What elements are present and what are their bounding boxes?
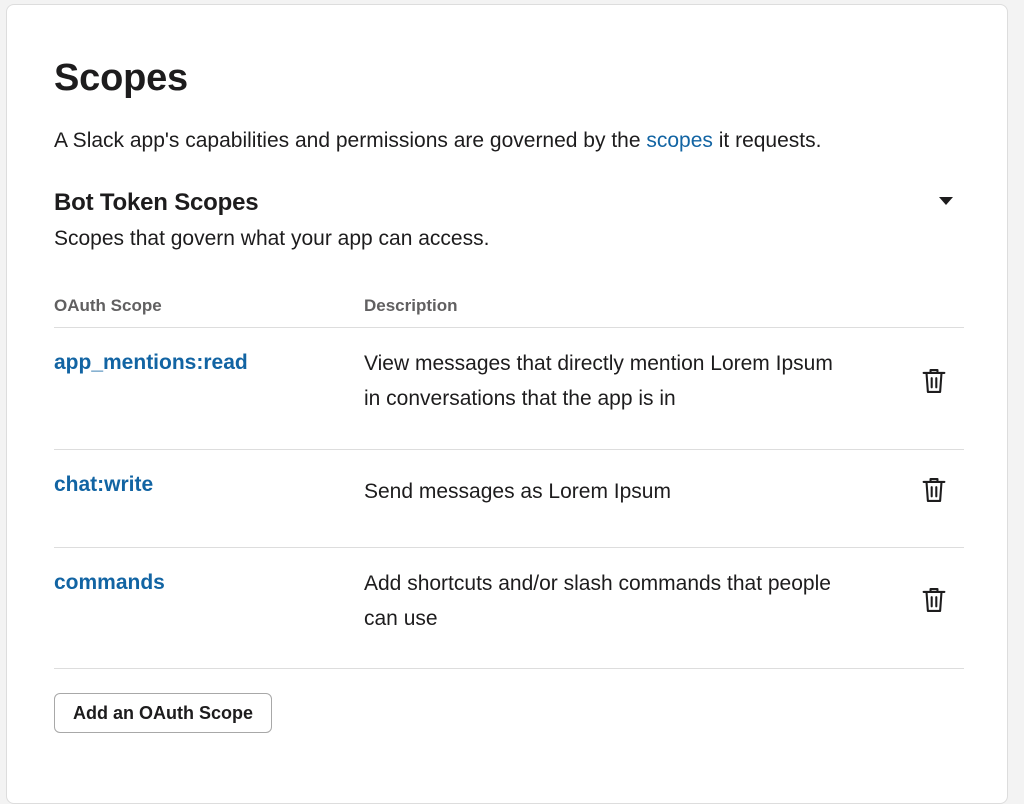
intro-text: A Slack app's capabilities and permissio… [54, 127, 821, 155]
scope-link[interactable]: commands [54, 569, 165, 597]
column-header-oauth-scope: OAuth Scope [54, 296, 162, 315]
table-divider [54, 449, 964, 450]
trash-icon[interactable] [920, 585, 948, 615]
scope-description: View messages that directly mention Lore… [364, 352, 833, 410]
section-title: Bot Token Scopes [54, 189, 259, 216]
trash-icon[interactable] [920, 475, 948, 505]
scope-link[interactable]: chat:write [54, 471, 153, 499]
intro-text-before: A Slack app's capabilities and permissio… [54, 129, 647, 152]
table-divider [54, 327, 964, 328]
table-divider [54, 668, 964, 669]
scope-link[interactable]: app_mentions:read [54, 349, 248, 377]
page-title: Scopes [54, 57, 188, 99]
column-header-description: Description [364, 296, 458, 315]
trash-icon[interactable] [920, 366, 948, 396]
add-oauth-scope-button[interactable]: Add an OAuth Scope [54, 693, 272, 733]
caret-down-icon [939, 197, 953, 205]
section-subtitle: Scopes that govern what your app can acc… [54, 227, 490, 250]
collapse-toggle[interactable] [934, 189, 958, 213]
table-divider [54, 547, 964, 548]
scopes-link[interactable]: scopes [646, 129, 713, 152]
scopes-card: Scopes A Slack app's capabilities and pe… [6, 4, 1008, 804]
intro-text-after: it requests. [712, 129, 822, 152]
scope-description: Send messages as Lorem Ipsum [364, 480, 671, 503]
scope-description: Add shortcuts and/or slash commands that… [364, 572, 831, 630]
